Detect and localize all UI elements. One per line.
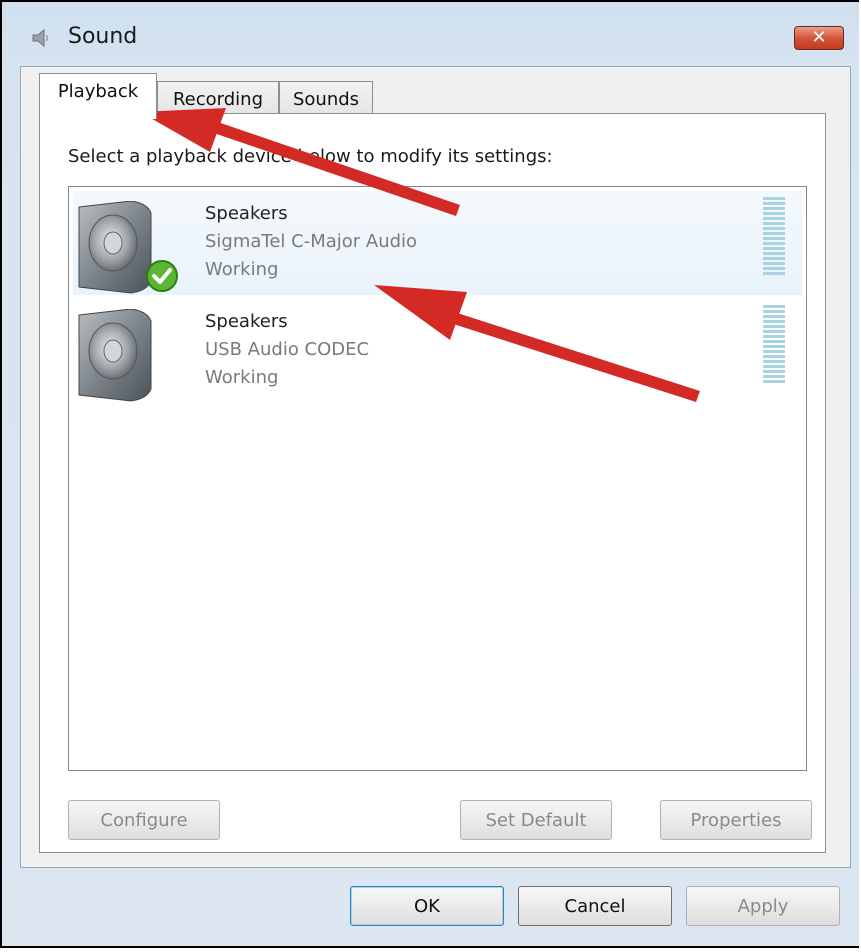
device-status: Working bbox=[205, 259, 279, 280]
properties-button[interactable]: Properties bbox=[660, 800, 812, 840]
set-default-button[interactable]: Set Default bbox=[460, 800, 612, 840]
list-item-device[interactable]: Speakers SigmaTel C-Major Audio Working bbox=[73, 191, 802, 295]
close-button[interactable]: ✕ bbox=[794, 26, 844, 50]
volume-meter bbox=[763, 305, 785, 383]
check-icon bbox=[146, 260, 178, 292]
device-name: Speakers bbox=[205, 311, 288, 332]
window-title: Sound bbox=[68, 24, 138, 49]
ok-button[interactable]: OK bbox=[350, 886, 504, 926]
device-driver: SigmaTel C-Major Audio bbox=[205, 231, 418, 252]
volume-meter bbox=[763, 197, 785, 275]
title-bar[interactable]: Sound ✕ bbox=[2, 2, 859, 66]
speaker-icon bbox=[32, 28, 49, 48]
device-list[interactable]: Speakers SigmaTel C-Major Audio Working bbox=[68, 186, 807, 771]
instruction-text: Select a playback device below to modify… bbox=[68, 146, 553, 167]
close-icon: ✕ bbox=[811, 27, 827, 48]
cancel-button[interactable]: Cancel bbox=[518, 886, 672, 926]
apply-button[interactable]: Apply bbox=[686, 886, 840, 926]
configure-button[interactable]: Configure bbox=[68, 800, 220, 840]
device-driver: USB Audio CODEC bbox=[205, 339, 370, 360]
tab-playback[interactable]: Playback bbox=[39, 73, 157, 119]
list-item-device[interactable]: Speakers USB Audio CODEC Working bbox=[73, 299, 802, 403]
device-status: Working bbox=[205, 367, 279, 388]
playback-panel: Select a playback device below to modify… bbox=[39, 113, 826, 853]
dialog-body: Playback Recording Sounds Select a playb… bbox=[20, 66, 851, 868]
speaker-icon bbox=[78, 309, 152, 402]
device-name: Speakers bbox=[205, 203, 288, 224]
sound-dialog: Sound ✕ Playback Recording Sounds Select… bbox=[0, 0, 859, 948]
